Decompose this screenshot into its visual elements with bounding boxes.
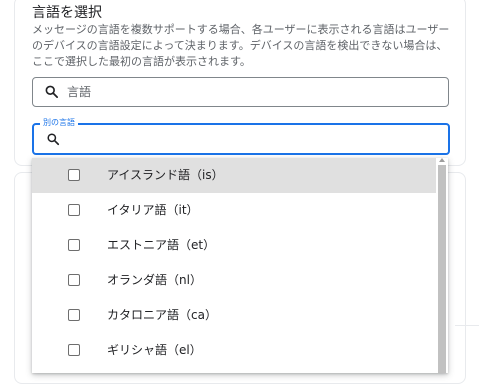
option-label: アイスランド語（is） <box>107 168 224 182</box>
dropdown-scrollbar[interactable] <box>436 158 448 373</box>
option-label: イタリア語（it） <box>107 203 199 217</box>
language-dropdown: アイスランド語（is） イタリア語（it） エストニア語（et） オランダ語（n… <box>32 158 448 373</box>
search-icon <box>44 84 59 103</box>
dropdown-option[interactable]: ギリシャ語（el） <box>32 333 436 368</box>
scrollbar-thumb[interactable] <box>438 165 446 373</box>
alternate-language-field[interactable]: 別の言語 <box>32 117 450 155</box>
option-label: カタロニア語（ca） <box>107 308 217 322</box>
section-title: 言語を選択 <box>32 5 102 21</box>
dropdown-option[interactable]: カタロニア語（ca） <box>32 298 436 333</box>
divider <box>455 325 479 326</box>
section-description: メッセージの言語を複数サポートする場合、各ユーザーに表示される言語はユーザーのデ… <box>32 23 450 68</box>
scroll-up-arrow-icon[interactable] <box>439 158 445 162</box>
dropdown-option[interactable]: イタリア語（it） <box>32 193 436 228</box>
checkbox[interactable] <box>68 344 80 356</box>
search-icon <box>46 131 60 150</box>
option-label: オランダ語（nl） <box>107 273 202 287</box>
checkbox[interactable] <box>68 274 80 286</box>
option-label: エストニア語（et） <box>107 238 216 252</box>
dropdown-option[interactable]: オランダ語（nl） <box>32 263 436 298</box>
language-search-field[interactable] <box>32 77 449 107</box>
dropdown-option[interactable]: エストニア語（et） <box>32 228 436 263</box>
dropdown-option[interactable]: アイスランド語（is） <box>32 158 436 193</box>
language-search-input[interactable] <box>67 81 427 103</box>
checkbox[interactable] <box>68 239 80 251</box>
checkbox[interactable] <box>68 169 80 181</box>
alternate-language-input[interactable] <box>68 127 428 149</box>
option-label: ギリシャ語（el） <box>107 343 202 357</box>
checkbox[interactable] <box>68 204 80 216</box>
checkbox[interactable] <box>68 309 80 321</box>
